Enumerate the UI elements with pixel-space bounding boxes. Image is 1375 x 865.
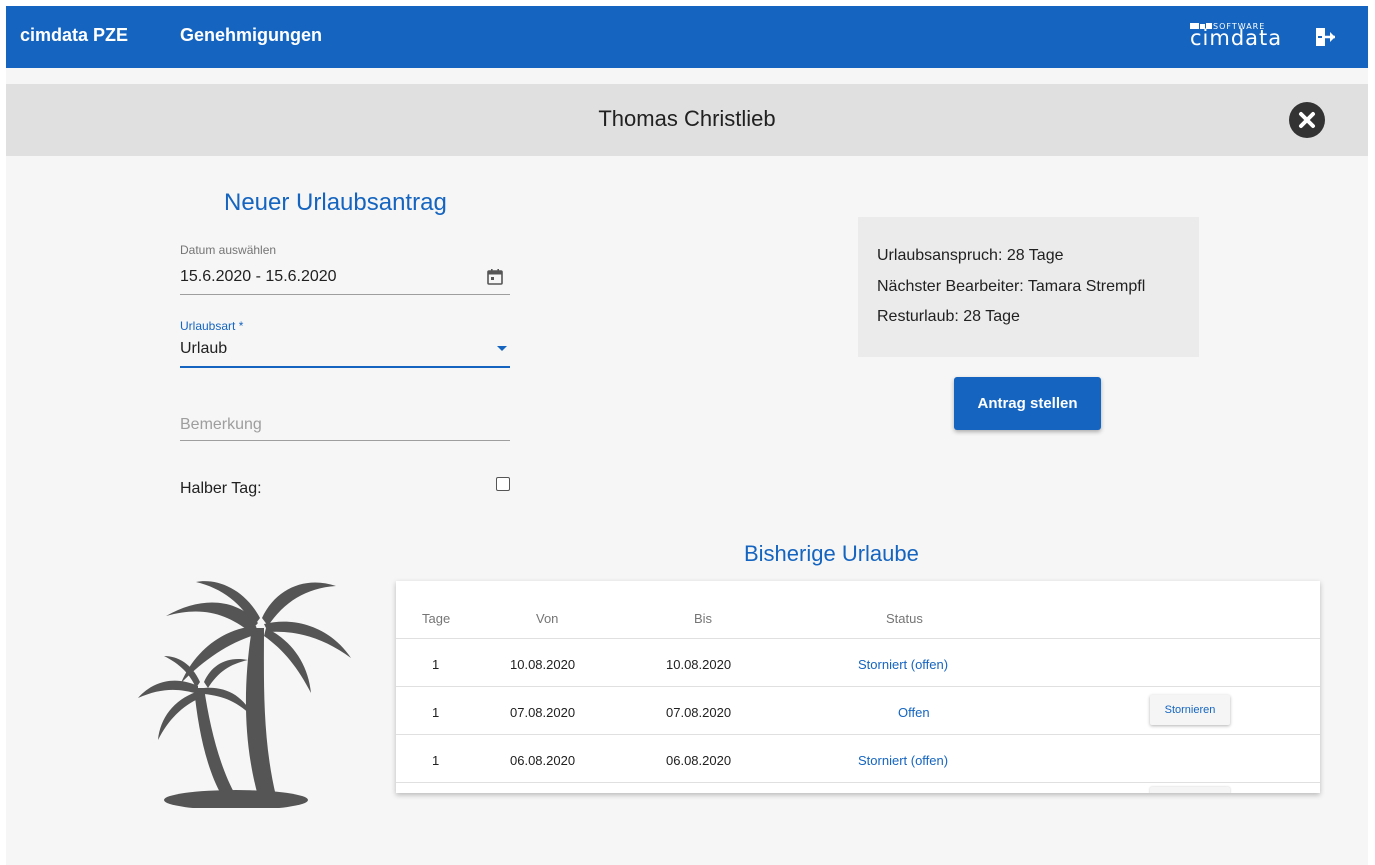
cell-from: 07.08.2020 xyxy=(510,705,576,720)
history-title: Bisherige Urlaube xyxy=(744,541,919,566)
row-divider xyxy=(396,782,1320,783)
half-day-label: Halber Tag: xyxy=(180,480,262,497)
close-icon[interactable] xyxy=(1289,102,1325,138)
new-request-title: Neuer Urlaubsantrag xyxy=(224,189,447,216)
entitlement-text: Urlaubsanspruch: 28 Tage xyxy=(877,247,1064,264)
remark-input[interactable]: Bemerkung xyxy=(180,416,262,434)
employee-title-bar: Thomas Christlieb xyxy=(6,84,1368,156)
logout-icon[interactable] xyxy=(1313,25,1337,49)
date-field-label: Datum auswählen xyxy=(180,243,277,257)
cell-days: 1 xyxy=(432,705,440,720)
palm-tree-icon xyxy=(138,581,351,808)
cell-to: 06.08.2020 xyxy=(666,753,732,768)
row-divider xyxy=(396,734,1320,735)
history-table: Tage Von Bis Status 1 10.08.2020 10.08.2… xyxy=(396,581,1320,793)
date-field-underline xyxy=(180,294,510,295)
cancel-vacation-button[interactable]: Stornieren xyxy=(1150,695,1230,725)
submit-request-button[interactable]: Antrag stellen xyxy=(954,377,1101,430)
table-row-partial[interactable] xyxy=(1150,787,1230,793)
half-day-checkbox[interactable] xyxy=(496,477,510,491)
remark-underline xyxy=(180,440,510,441)
cell-status: Storniert (offen) xyxy=(858,753,949,768)
vacation-type-underline xyxy=(180,366,510,368)
vacation-info-panel: Urlaubsanspruch: 28 Tage Nächster Bearbe… xyxy=(858,217,1199,357)
calendar-icon[interactable] xyxy=(486,268,504,286)
nav-approvals-link[interactable]: Genehmigungen xyxy=(180,25,322,46)
column-header-from: Von xyxy=(536,611,559,626)
cell-days: 1 xyxy=(432,753,440,768)
next-processor-text: Nächster Bearbeiter: Tamara Strempfl xyxy=(877,278,1146,295)
cell-status: Storniert (offen) xyxy=(858,657,949,672)
top-app-bar: cimdata PZE Genehmigungen SOFTWARE cimda… xyxy=(6,6,1368,68)
column-header-status: Status xyxy=(886,611,923,626)
cell-to: 10.08.2020 xyxy=(666,657,732,672)
cimdata-logo: SOFTWARE cimdata xyxy=(1190,22,1294,52)
app-page: cimdata PZE Genehmigungen SOFTWARE cimda… xyxy=(6,6,1368,865)
cell-days: 1 xyxy=(432,657,440,672)
vacation-type-label: Urlaubsart * xyxy=(180,319,244,333)
employee-name: Thomas Christlieb xyxy=(598,106,776,131)
remaining-text: Resturlaub: 28 Tage xyxy=(877,308,1020,325)
app-brand[interactable]: cimdata PZE xyxy=(20,25,128,46)
column-header-to: Bis xyxy=(694,611,713,626)
logo-wordmark: cimdata xyxy=(1190,26,1283,50)
date-range-input[interactable]: 15.6.2020 - 15.6.2020 xyxy=(180,268,337,286)
chevron-down-icon[interactable] xyxy=(497,346,507,351)
column-header-days: Tage xyxy=(422,611,451,626)
cell-from: 10.08.2020 xyxy=(510,657,576,672)
cell-status: Offen xyxy=(898,705,930,720)
cell-to: 07.08.2020 xyxy=(666,705,732,720)
row-divider xyxy=(396,686,1320,687)
vacation-type-select[interactable]: Urlaub xyxy=(180,340,227,358)
cell-from: 06.08.2020 xyxy=(510,753,576,768)
row-divider xyxy=(396,638,1320,639)
